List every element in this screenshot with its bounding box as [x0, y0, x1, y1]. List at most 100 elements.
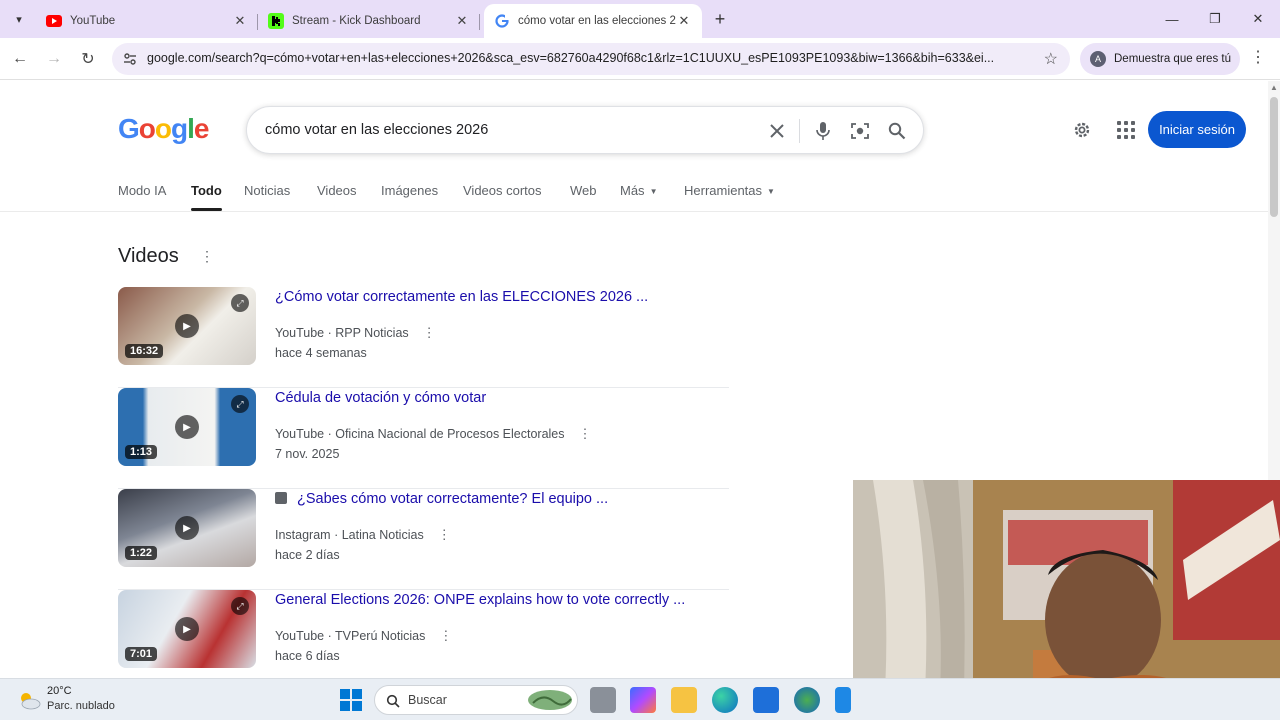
- tab-youtube[interactable]: YouTube ✕: [36, 4, 258, 38]
- video-result[interactable]: ⤢ ▶ 16:32 ¿Cómo votar correctamente en l…: [118, 287, 729, 388]
- tab-imagenes[interactable]: Imágenes: [381, 183, 438, 198]
- store-icon[interactable]: [753, 687, 779, 713]
- video-platform: YouTube: [275, 326, 325, 340]
- google-logo[interactable]: Google: [118, 113, 209, 145]
- result-menu-icon[interactable]: ⋮: [423, 325, 436, 340]
- play-icon[interactable]: ▶: [175, 617, 199, 641]
- video-title-link[interactable]: General Elections 2026: ONPE explains ho…: [275, 592, 685, 608]
- kick-icon: [268, 13, 284, 29]
- close-window-button[interactable]: ✕: [1237, 0, 1279, 38]
- video-thumbnail[interactable]: ⤢ ▶ 1:13: [118, 388, 256, 466]
- tab-modo-ia[interactable]: Modo IA: [118, 183, 166, 198]
- tab-videos[interactable]: Videos: [317, 183, 357, 198]
- video-result[interactable]: ⤢ ▶ 1:13 Cédula de votación y cómo votar…: [118, 388, 729, 489]
- microphone-icon[interactable]: [811, 119, 835, 143]
- youtube-icon: [46, 13, 62, 29]
- weather-temperature: 20°C: [47, 685, 72, 697]
- windows-start-icon[interactable]: [338, 687, 364, 713]
- weather-widget[interactable]: 20°C Parc. nublado: [17, 684, 127, 716]
- caret-down-icon: ▼: [767, 187, 775, 197]
- restore-button[interactable]: ❐: [1194, 0, 1236, 38]
- search-input[interactable]: cómo votar en las elecciones 2026: [265, 122, 488, 138]
- weather-condition: Parc. nublado: [47, 700, 115, 712]
- address-bar[interactable]: google.com/search?q=cómo+votar+en+las+el…: [112, 43, 1070, 75]
- tab-videos-cortos[interactable]: Videos cortos: [463, 183, 542, 198]
- close-icon[interactable]: ✕: [676, 13, 692, 29]
- play-icon[interactable]: ▶: [175, 516, 199, 540]
- video-result[interactable]: ⤢ ▶ 7:01 General Elections 2026: ONPE ex…: [118, 590, 729, 691]
- browser-menu-icon[interactable]: ⋮: [1250, 47, 1266, 67]
- signin-button[interactable]: Iniciar sesión: [1148, 111, 1246, 148]
- settings-gear-icon[interactable]: [1071, 119, 1093, 141]
- partly-cloudy-icon: [21, 693, 41, 710]
- back-button[interactable]: ←: [8, 47, 32, 71]
- avatar-icon: A: [1090, 51, 1106, 67]
- tab-kick[interactable]: Stream - Kick Dashboard ✕: [258, 4, 480, 38]
- tab-web[interactable]: Web: [570, 183, 597, 198]
- tab-search-button[interactable]: ▾: [8, 8, 30, 30]
- video-duration: 7:01: [125, 647, 158, 661]
- video-date: hace 2 días: [275, 548, 340, 562]
- result-menu-icon[interactable]: ⋮: [439, 628, 452, 643]
- tools-button[interactable]: Herramientas ▼: [684, 183, 775, 198]
- camera-lens-icon[interactable]: [848, 119, 872, 143]
- forward-button[interactable]: →: [42, 47, 66, 71]
- tab-todo[interactable]: Todo: [191, 183, 222, 198]
- video-result[interactable]: ▶ 1:22 ¿Sabes cómo votar correctamente? …: [118, 489, 729, 590]
- search-nav: Modo IA Todo Noticias Videos Imágenes Vi…: [0, 175, 1268, 212]
- video-platform: YouTube: [275, 427, 325, 441]
- taskbar-search[interactable]: Buscar: [374, 685, 578, 715]
- tab-strip: ▾ YouTube ✕ Stream - Kick Dashboard ✕ có…: [0, 0, 1280, 38]
- video-title-text: ¿Sabes cómo votar correctamente? El equi…: [297, 491, 609, 507]
- file-explorer-icon[interactable]: [671, 687, 697, 713]
- close-icon[interactable]: ✕: [232, 13, 248, 29]
- search-box[interactable]: cómo votar en las elecciones 2026: [246, 106, 924, 154]
- scrollbar-thumb[interactable]: [1270, 97, 1278, 217]
- tab-mas[interactable]: Más ▼: [620, 183, 657, 198]
- video-thumbnail[interactable]: ⤢ ▶ 16:32: [118, 287, 256, 365]
- section-title: Videos: [118, 245, 179, 267]
- result-menu-icon[interactable]: ⋮: [579, 426, 592, 441]
- pinned-app-icon[interactable]: [835, 687, 851, 713]
- video-title-link[interactable]: ¿Sabes cómo votar correctamente? El equi…: [275, 491, 608, 507]
- active-tab-underline: [191, 208, 222, 211]
- video-source: YouTube · RPP Noticias ⋮: [275, 325, 436, 340]
- close-icon[interactable]: ✕: [454, 13, 470, 29]
- tab-noticias[interactable]: Noticias: [244, 183, 290, 198]
- play-icon[interactable]: ▶: [175, 314, 199, 338]
- profile-button[interactable]: A Demuestra que eres tú: [1080, 43, 1240, 75]
- scroll-up-icon[interactable]: ▲: [1270, 83, 1278, 92]
- reload-button[interactable]: ↻: [76, 47, 100, 71]
- bookmark-star-icon[interactable]: ☆: [1044, 49, 1058, 69]
- profile-label: Demuestra que eres tú: [1114, 53, 1231, 65]
- video-title-link[interactable]: Cédula de votación y cómo votar: [275, 390, 486, 406]
- site-info-icon[interactable]: [122, 51, 138, 67]
- tab-google-search[interactable]: cómo votar en las elecciones 20 ✕: [484, 4, 702, 38]
- expand-icon[interactable]: ⤢: [231, 395, 249, 413]
- minimize-button[interactable]: —: [1151, 0, 1193, 38]
- video-platform: Instagram: [275, 528, 331, 542]
- result-menu-icon[interactable]: ⋮: [438, 527, 451, 542]
- clear-icon[interactable]: [765, 119, 789, 143]
- play-icon[interactable]: ▶: [175, 415, 199, 439]
- task-view-icon[interactable]: [590, 687, 616, 713]
- expand-icon[interactable]: ⤢: [231, 597, 249, 615]
- search-icon[interactable]: [885, 119, 909, 143]
- video-thumbnail[interactable]: ⤢ ▶ 7:01: [118, 590, 256, 668]
- chrome-icon[interactable]: [794, 687, 820, 713]
- search-divider: [799, 119, 800, 143]
- video-duration: 1:13: [125, 445, 158, 459]
- url-text: google.com/search?q=cómo+votar+en+las+el…: [147, 51, 995, 65]
- expand-icon[interactable]: ⤢: [231, 294, 249, 312]
- video-title-link[interactable]: ¿Cómo votar correctamente en las ELECCIO…: [275, 289, 648, 305]
- search-highlight-image: [528, 690, 572, 710]
- video-channel: RPP Noticias: [335, 326, 409, 340]
- edge-browser-icon[interactable]: [712, 687, 738, 713]
- section-more-icon[interactable]: ⋮: [200, 248, 214, 265]
- new-tab-button[interactable]: +: [709, 8, 731, 30]
- google-icon: [494, 13, 510, 29]
- google-apps-icon[interactable]: [1115, 119, 1137, 141]
- copilot-icon[interactable]: [630, 687, 656, 713]
- video-channel: Oficina Nacional de Procesos Electorales: [335, 427, 565, 441]
- video-thumbnail[interactable]: ▶ 1:22: [118, 489, 256, 567]
